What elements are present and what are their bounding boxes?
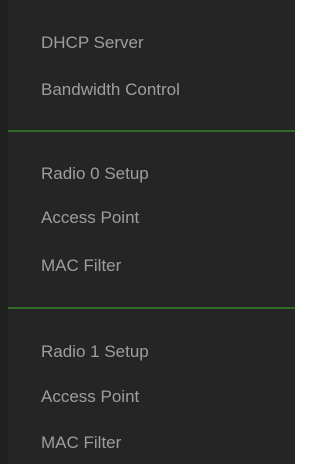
menu-divider-2 (8, 307, 295, 309)
sidebar-menu: DHCP Server Bandwidth Control Radio 0 Se… (0, 0, 295, 464)
menu-item-bandwidth-control[interactable]: Bandwidth Control (41, 80, 180, 100)
sidebar-edge (0, 0, 8, 464)
menu-item-radio-0-setup[interactable]: Radio 0 Setup (41, 164, 149, 184)
menu-divider-1 (8, 130, 295, 132)
menu-item-radio-0-mac-filter[interactable]: MAC Filter (41, 256, 121, 276)
menu-item-radio-0-access-point[interactable]: Access Point (41, 208, 139, 228)
menu-item-radio-1-setup[interactable]: Radio 1 Setup (41, 342, 149, 362)
menu-item-radio-1-access-point[interactable]: Access Point (41, 387, 139, 407)
menu-item-dhcp-server[interactable]: DHCP Server (41, 33, 144, 53)
menu-item-radio-1-mac-filter[interactable]: MAC Filter (41, 433, 121, 453)
